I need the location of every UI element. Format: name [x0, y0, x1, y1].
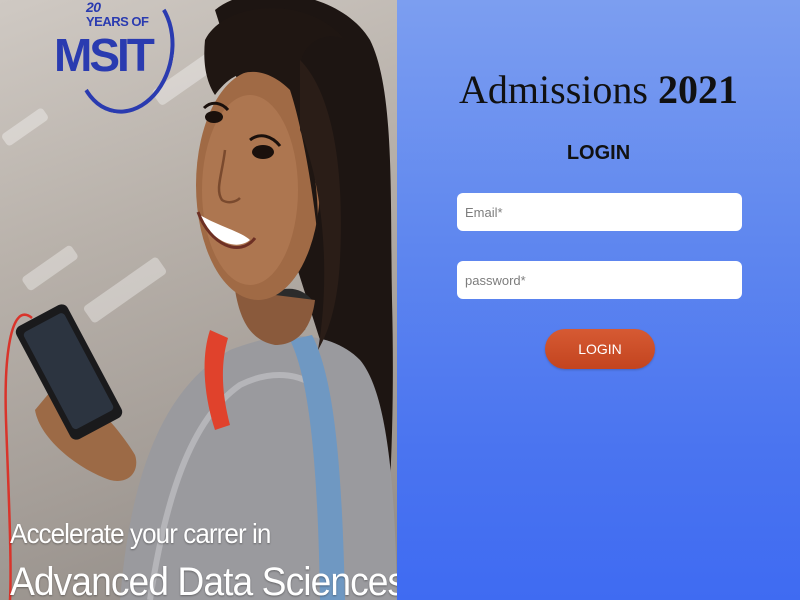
page-title-year: 2021: [657, 67, 738, 112]
msit-logo: 20 YEARS OF MSIT: [52, 0, 185, 122]
login-page: 20 YEARS OF MSIT Accelerate your carrer …: [0, 0, 800, 600]
password-field[interactable]: [457, 261, 742, 299]
login-heading: LOGIN: [566, 142, 631, 164]
logo-brand-text: MSIT: [54, 29, 155, 81]
logo-years-label: YEARS OF: [86, 14, 149, 29]
logo-years-text: 20 YEARS OF: [86, 0, 149, 29]
logo-years-number: 20: [86, 0, 101, 15]
hero-image-panel: 20 YEARS OF MSIT Accelerate your carrer …: [0, 0, 397, 600]
login-button[interactable]: LOGIN: [545, 329, 655, 369]
email-field[interactable]: [457, 193, 742, 231]
page-title: Admissions 2021: [397, 66, 800, 113]
hero-tagline-line2: Advanced Data Sciences: [10, 560, 397, 600]
page-title-text: Admissions: [459, 67, 658, 112]
hero-tagline-line1: Accelerate your carrer in: [10, 518, 271, 549]
login-panel: Admissions 2021 LOGIN LOGIN: [397, 0, 800, 600]
